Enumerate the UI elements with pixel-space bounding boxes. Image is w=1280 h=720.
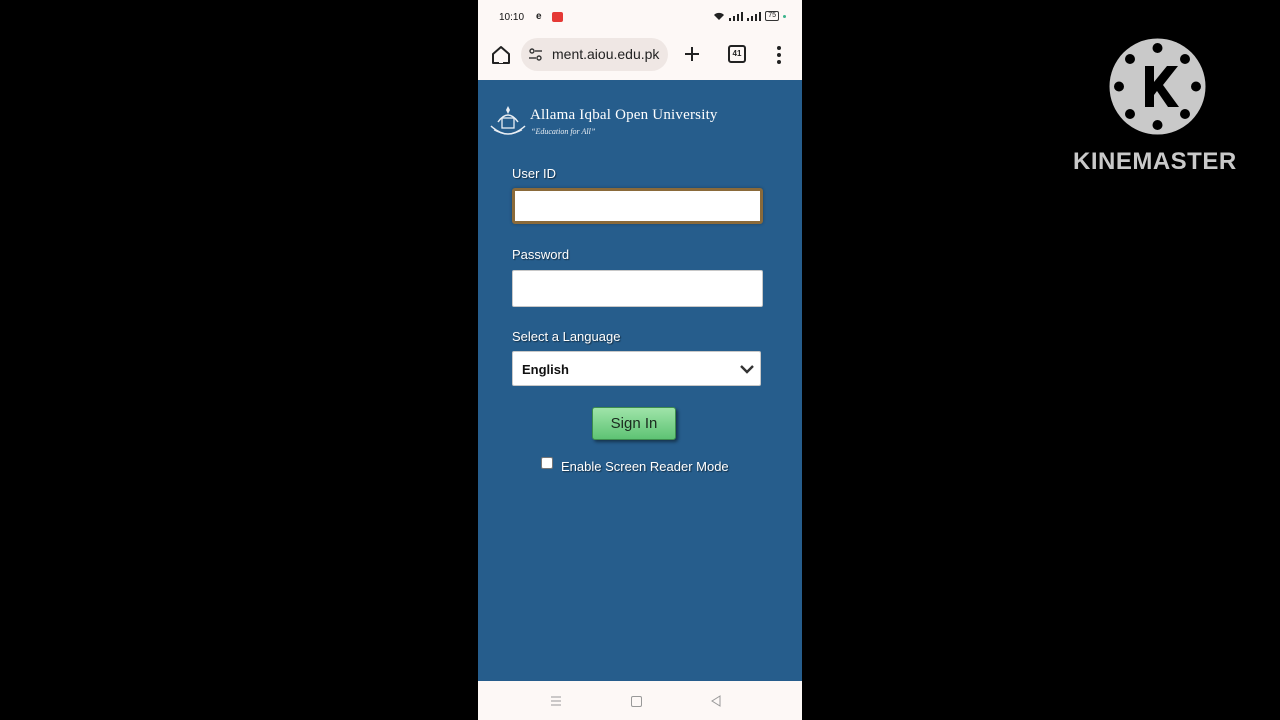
signal-icon (729, 11, 744, 21)
new-tab-icon[interactable] (681, 43, 703, 65)
login-page: Allama Iqbal Open University “Education … (478, 80, 802, 681)
site-info-icon[interactable] (528, 47, 543, 62)
signal-icon-2 (747, 11, 762, 21)
nav-recents-icon[interactable] (550, 695, 562, 707)
status-time: 10:10 (499, 12, 525, 23)
user-id-label: User ID (512, 166, 557, 181)
phone-screen: 10:10 e 75 ment.aiou.edu.pk 41 Allama Iq… (478, 0, 802, 720)
university-name: Allama Iqbal Open University (530, 107, 718, 123)
kinemaster-logo (1109, 38, 1206, 135)
home-icon[interactable] (490, 44, 512, 66)
kinemaster-watermark-text: KINEMASTER (1073, 148, 1237, 175)
university-emblem (490, 106, 526, 135)
more-menu-icon[interactable] (774, 44, 784, 66)
user-id-input[interactable] (512, 188, 763, 224)
password-input[interactable] (512, 270, 763, 307)
tab-switcher-icon[interactable]: 41 (728, 45, 746, 63)
browser-toolbar: ment.aiou.edu.pk 41 (478, 34, 802, 81)
notification-record-icon (552, 12, 563, 22)
language-selected-value: English (522, 362, 569, 377)
status-bar: 10:10 e 75 (478, 0, 802, 34)
wifi-icon (714, 12, 725, 20)
status-indicators: 75 (713, 11, 786, 21)
language-label: Select a Language (512, 329, 621, 344)
battery-icon: 75 (765, 11, 779, 21)
privacy-dot (783, 14, 786, 18)
url-text[interactable]: ment.aiou.edu.pk (552, 46, 659, 62)
password-label: Password (512, 247, 570, 262)
nav-back-icon[interactable] (710, 695, 722, 707)
tagline: “Education for All” (531, 127, 596, 136)
screen-reader-label[interactable]: Enable Screen Reader Mode (561, 459, 729, 474)
language-select[interactable]: English (512, 351, 761, 386)
screen-reader-checkbox[interactable] (541, 457, 553, 469)
notification-app-icon: e (536, 11, 542, 22)
system-nav-bar (478, 681, 802, 720)
nav-home-icon[interactable] (631, 696, 642, 707)
sign-in-button[interactable]: Sign In (592, 407, 676, 440)
address-bar[interactable]: ment.aiou.edu.pk (521, 38, 668, 71)
chevron-down-icon (740, 365, 754, 374)
